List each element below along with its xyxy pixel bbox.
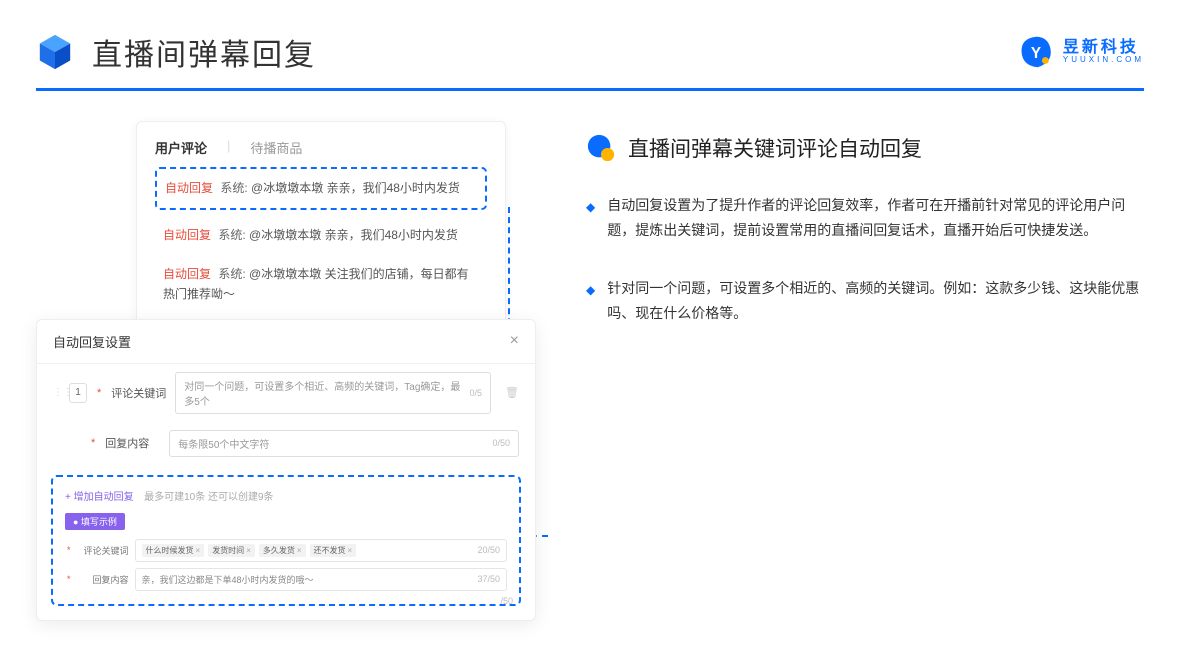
chat-bubble-icon	[586, 133, 616, 163]
required-star: *	[97, 387, 101, 399]
panel-title: 自动回复设置	[53, 332, 131, 351]
brand: Y 昱新科技 YUUXIN.COM	[1019, 35, 1144, 69]
brand-url: YUUXIN.COM	[1063, 56, 1144, 65]
ex-content-label: 回复内容	[79, 573, 129, 586]
ex-content-input[interactable]: 亲，我们这边都是下单48小时内发货的哦～ 37/50	[135, 568, 507, 591]
right-column: 直播间弹幕关键词评论自动回复 ◆ 自动回复设置为了提升作者的评论回复效率，作者可…	[586, 121, 1144, 621]
comment-text: @冰墩墩本墩 亲亲，我们48小时内发货	[249, 228, 458, 242]
tag-chip[interactable]: 多久发货×	[259, 544, 306, 557]
svg-text:Y: Y	[1031, 45, 1041, 62]
content-input[interactable]: 每条限50个中文字符 0/50	[169, 430, 519, 457]
keyword-label: 评论关键词	[111, 385, 167, 401]
content-placeholder: 每条限50个中文字符	[178, 436, 269, 451]
auto-reply-tag: 自动回复	[163, 228, 211, 242]
example-keyword-row: * 评论关键词 什么时候发货× 发货时间× 多久发货× 还不发货× 20/50	[61, 536, 511, 565]
tag-chip[interactable]: 什么时候发货×	[142, 544, 205, 557]
ex-content-count: 37/50	[477, 574, 500, 584]
keyword-count: 0/5	[470, 388, 483, 398]
diamond-icon: ◆	[586, 280, 595, 325]
system-tag: 系统:	[218, 267, 245, 281]
keyword-input[interactable]: 对同一个问题，可设置多个相近、高频的关键词，Tag确定，最多5个 0/5	[175, 372, 491, 414]
example-section: + 增加自动回复 最多可建10条 还可以创建9条 ● 填写示例 * 评论关键词 …	[51, 475, 521, 606]
ex-content-value: 亲，我们这边都是下单48小时内发货的哦～	[142, 573, 314, 586]
example-badge: ● 填写示例	[65, 513, 125, 530]
bullet-text: 针对同一个问题，可设置多个相近的、高频的关键词。例如：这款多少钱、这块能优惠吗、…	[607, 276, 1144, 325]
left-column: 用户评论 | 待播商品 自动回复 系统: @冰墩墩本墩 亲亲，我们48小时内发货…	[36, 121, 546, 621]
add-auto-reply-link[interactable]: + 增加自动回复	[65, 492, 134, 503]
comment-list: 自动回复 系统: @冰墩墩本墩 亲亲，我们48小时内发货 自动回复 系统: @冰…	[137, 167, 505, 328]
tab-user-comments[interactable]: 用户评论	[155, 138, 207, 157]
brand-logo-icon: Y	[1019, 35, 1053, 69]
main-content: 用户评论 | 待播商品 自动回复 系统: @冰墩墩本墩 亲亲，我们48小时内发货…	[0, 91, 1180, 651]
content-count: 0/50	[492, 438, 510, 448]
required-star: *	[67, 574, 71, 584]
add-row: + 增加自动回复 最多可建10条 还可以创建9条	[61, 487, 511, 505]
keyword-row: ⋮⋮ 1 * 评论关键词 对同一个问题，可设置多个相近、高频的关键词，Tag确定…	[37, 364, 535, 422]
tag-chip[interactable]: 还不发货×	[310, 544, 357, 557]
bullet-list: ◆ 自动回复设置为了提升作者的评论回复效率，作者可在开播前针对常见的评论用户问题…	[586, 193, 1144, 325]
diamond-icon: ◆	[586, 197, 595, 242]
system-tag: 系统:	[220, 181, 247, 195]
tab-pending-products[interactable]: 待播商品	[250, 138, 302, 157]
bullet-item: ◆ 针对同一个问题，可设置多个相近的、高频的关键词。例如：这款多少钱、这块能优惠…	[586, 276, 1144, 325]
comment-text: @冰墩墩本墩 亲亲，我们48小时内发货	[251, 181, 460, 195]
bullet-item: ◆ 自动回复设置为了提升作者的评论回复效率，作者可在开播前针对常见的评论用户问题…	[586, 193, 1144, 242]
section-title: 直播间弹幕关键词评论自动回复	[628, 133, 922, 163]
row-index: 1	[69, 383, 87, 403]
comment-item-highlighted: 自动回复 系统: @冰墩墩本墩 亲亲，我们48小时内发货	[155, 167, 487, 210]
auto-reply-tag: 自动回复	[165, 181, 213, 195]
auto-reply-tag: 自动回复	[163, 267, 211, 281]
ex-keyword-input[interactable]: 什么时候发货× 发货时间× 多久发货× 还不发货× 20/50	[135, 539, 507, 562]
comments-tabs: 用户评论 | 待播商品	[137, 122, 505, 167]
page-title: 直播间弹幕回复	[92, 30, 316, 74]
example-content-row: * 回复内容 亲，我们这边都是下单48小时内发货的哦～ 37/50	[61, 565, 511, 594]
panel-header: 自动回复设置 ×	[37, 320, 535, 364]
section-head: 直播间弹幕关键词评论自动回复	[586, 133, 1144, 163]
ex-keyword-label: 评论关键词	[79, 544, 129, 557]
keyword-placeholder: 对同一个问题，可设置多个相近、高频的关键词，Tag确定，最多5个	[184, 378, 469, 408]
tab-separator: |	[227, 138, 230, 157]
cube-icon	[36, 33, 74, 71]
header-left: 直播间弹幕回复	[36, 30, 316, 74]
stray-count: /50	[500, 596, 513, 606]
comment-item: 自动回复 系统: @冰墩墩本墩 亲亲，我们48小时内发货	[155, 216, 487, 255]
tag-chip[interactable]: 发货时间×	[208, 544, 255, 557]
content-row: * 回复内容 每条限50个中文字符 0/50	[37, 422, 535, 465]
trash-icon[interactable]: 🗑	[505, 386, 519, 399]
required-star: *	[67, 545, 71, 555]
page-header: 直播间弹幕回复 Y 昱新科技 YUUXIN.COM	[0, 0, 1180, 74]
drag-handle-icon[interactable]: ⋮⋮	[53, 387, 61, 398]
content-label: 回复内容	[105, 435, 161, 451]
system-tag: 系统:	[218, 228, 245, 242]
close-icon[interactable]: ×	[510, 332, 519, 350]
required-star: *	[91, 437, 95, 449]
brand-name: 昱新科技	[1063, 39, 1144, 57]
ex-keyword-count: 20/50	[477, 545, 500, 555]
bullet-text: 自动回复设置为了提升作者的评论回复效率，作者可在开播前针对常见的评论用户问题，提…	[607, 193, 1144, 242]
add-note: 最多可建10条 还可以创建9条	[144, 492, 273, 503]
auto-reply-settings-panel: 自动回复设置 × ⋮⋮ 1 * 评论关键词 对同一个问题，可设置多个相近、高频的…	[36, 319, 536, 621]
comment-item: 自动回复 系统: @冰墩墩本墩 关注我们的店铺，每日都有热门推荐呦～	[155, 255, 487, 313]
brand-text: 昱新科技 YUUXIN.COM	[1063, 39, 1144, 65]
comments-card: 用户评论 | 待播商品 自动回复 系统: @冰墩墩本墩 亲亲，我们48小时内发货…	[136, 121, 506, 329]
